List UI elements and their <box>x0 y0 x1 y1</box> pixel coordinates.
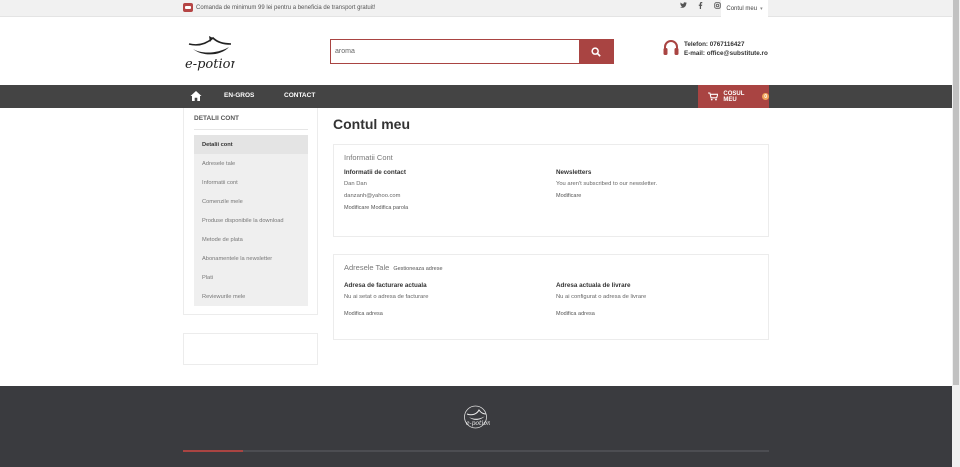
shipping-address-heading: Adresa actuala de livrare <box>556 282 631 289</box>
search-button[interactable] <box>579 40 613 63</box>
page-title: Contul meu <box>333 116 410 132</box>
customer-email: danzanh@yahoo.com <box>344 193 401 199</box>
social-links <box>679 2 721 11</box>
addresses-title: Adresele Tale Gestioneaza adrese <box>344 263 443 272</box>
main-nav: EN-GROS CONTACT COSUL MEU 0 <box>0 85 952 108</box>
footer-logo-icon: e-potion <box>464 405 490 429</box>
twitter-icon[interactable] <box>679 2 687 11</box>
billing-address-heading: Adresa de facturare actuala <box>344 282 427 289</box>
nav-item-en-gros[interactable]: EN-GROS <box>224 92 254 99</box>
header: e-potion Telefon: 0767116427 E-mail: off… <box>0 17 952 85</box>
shipping-address-column: Adresa actuala de livrare Nu ai configur… <box>556 282 646 317</box>
addresses-title-text: Adresele Tale <box>344 263 390 272</box>
footer-divider <box>183 450 769 452</box>
footer-divider-accent <box>183 450 243 452</box>
sidebar-empty-block <box>183 333 318 365</box>
edit-account-links[interactable]: Modificare Modifica parola <box>344 205 408 211</box>
search-input[interactable] <box>331 40 579 63</box>
manage-addresses-link[interactable]: Gestioneaza adrese <box>393 266 442 272</box>
sidebar-divider <box>194 129 308 130</box>
svg-text:e-potion: e-potion <box>466 420 490 427</box>
sidebar-item-produse-download[interactable]: Produse disponibile la download <box>194 211 308 230</box>
site-logo[interactable]: e-potion <box>183 32 239 72</box>
cart-icon <box>708 92 719 101</box>
billing-address-text: Nu ai setat o adresa de facturare <box>344 294 429 300</box>
sidebar-item-informatii-cont[interactable]: Informatii cont <box>194 173 308 192</box>
addresses-panel: Adresele Tale Gestioneaza adrese Adresa d… <box>333 254 769 340</box>
contact-info: Telefon: 0767116427 E-mail: office@subst… <box>663 39 768 58</box>
newsletter-heading: Newsletters <box>556 169 592 176</box>
headset-icon <box>663 40 679 55</box>
email-address: E-mail: office@substitute.ro <box>684 50 768 57</box>
sidebar-menu: Detalii cont Adresele tale Informatii co… <box>194 135 308 306</box>
shipping-address-text: Nu ai configurat o adresa de livrare <box>556 294 647 300</box>
cart-label: COSUL MEU <box>723 90 745 103</box>
page-scrollbar[interactable] <box>952 0 960 467</box>
sidebar-item-metode-plata[interactable]: Metode de plata <box>194 230 308 249</box>
sidebar-title: DETALII CONT <box>194 115 240 122</box>
newsletter-column: Newsletters You aren't subscribed to our… <box>556 169 657 199</box>
svg-text:e-potion: e-potion <box>185 57 235 72</box>
sidebar-item-newsletter[interactable]: Abonamentele la newsletter <box>194 249 308 268</box>
instagram-icon[interactable] <box>713 2 721 11</box>
scrollbar-thumb[interactable] <box>953 0 959 385</box>
contact-info-heading: Informatii de contact <box>344 169 406 176</box>
footer: e-potion <box>0 386 952 467</box>
cart-button[interactable]: COSUL MEU 0 <box>698 85 769 108</box>
account-info-title: Informatii Cont <box>344 153 393 162</box>
account-label: Contul meu <box>726 5 758 12</box>
sidebar-item-reviewuri[interactable]: Reviewurile mele <box>194 287 308 306</box>
newsletter-status: You aren't subscribed to our newsletter. <box>556 181 658 187</box>
search-icon <box>591 46 601 57</box>
contact-info-column: Informatii de contact Dan Dan danzanh@ya… <box>344 169 408 211</box>
shipping-address-edit-link[interactable]: Modifica adresa <box>556 311 646 317</box>
shipping-promo: Comanda de minimum 99 lei pentru a benef… <box>183 3 375 12</box>
account-info-panel: Informatii Cont Informatii de contact Da… <box>333 144 769 237</box>
billing-address-edit-link[interactable]: Modifica adresa <box>344 311 428 317</box>
account-dropdown[interactable]: Contul meu ▾ <box>721 0 768 17</box>
home-icon[interactable] <box>190 90 202 102</box>
top-bar: Comanda de minimum 99 lei pentru a benef… <box>0 0 952 17</box>
billing-address-column: Adresa de facturare actuala Nu ai setat … <box>344 282 428 317</box>
sidebar-item-plati[interactable]: Plati <box>194 268 308 287</box>
sidebar-item-adresele-tale[interactable]: Adresele tale <box>194 154 308 173</box>
e-potion-logo-icon: e-potion <box>185 36 239 72</box>
truck-icon <box>183 3 193 12</box>
account-sidebar: DETALII CONT Detalii cont Adresele tale … <box>183 108 318 315</box>
sidebar-item-comenzile-mele[interactable]: Comenzile mele <box>194 192 308 211</box>
newsletter-edit-link[interactable]: Modificare <box>556 193 657 199</box>
search-bar <box>330 39 614 64</box>
cart-count-badge: 0 <box>762 93 769 100</box>
facebook-icon[interactable] <box>696 2 704 11</box>
phone-number: Telefon: 0767116427 <box>684 41 745 48</box>
customer-name: Dan Dan <box>344 181 367 187</box>
sidebar-item-detalii-cont[interactable]: Detalii cont <box>194 135 308 154</box>
nav-item-contact[interactable]: CONTACT <box>284 92 315 99</box>
chevron-down-icon: ▾ <box>760 5 763 12</box>
promo-text: Comanda de minimum 99 lei pentru a benef… <box>196 4 376 11</box>
